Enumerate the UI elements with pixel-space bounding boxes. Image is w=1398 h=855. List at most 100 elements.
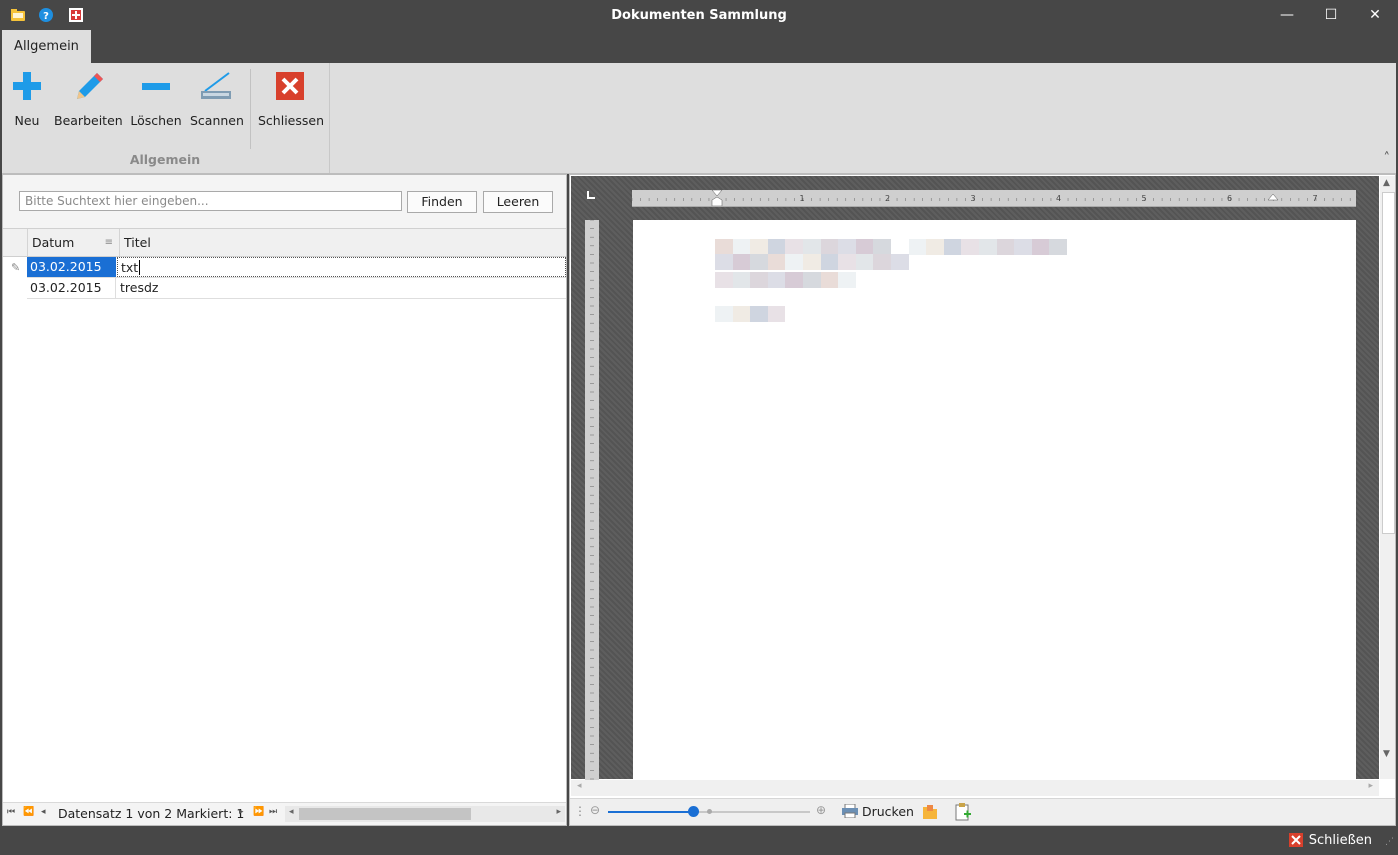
row-edit-indicator-icon: ✎ xyxy=(11,261,21,274)
redacted-block xyxy=(873,239,891,255)
document-canvas: 1 2 3 4 5 6 7 xyxy=(571,176,1379,780)
redacted-block xyxy=(767,239,786,255)
scan-button[interactable]: Scannen xyxy=(190,67,244,139)
vertical-ruler[interactable] xyxy=(585,220,599,780)
cell-titel[interactable]: tresdz xyxy=(117,278,566,298)
redacted-block xyxy=(732,272,751,288)
zoom-default-mark xyxy=(707,809,712,814)
scanner-icon xyxy=(201,72,231,99)
redacted-block xyxy=(750,306,768,322)
scroll-right-icon[interactable]: ▸ xyxy=(556,807,561,817)
tab-allgemein[interactable]: Allgemein xyxy=(2,30,91,63)
search-input[interactable] xyxy=(19,191,402,211)
close-icon xyxy=(276,72,304,100)
delete-button[interactable]: Löschen xyxy=(130,67,182,139)
scroll-right-icon[interactable]: ▸ xyxy=(1368,781,1373,791)
window-title: Dokumenten Sammlung xyxy=(611,8,787,23)
redacted-block xyxy=(873,254,891,270)
ribbon-separator xyxy=(250,69,251,149)
redacted-block xyxy=(785,239,803,255)
open-folder-icon[interactable] xyxy=(922,804,938,820)
ruler-number: 5 xyxy=(1141,194,1146,203)
prev-page-icon[interactable]: ⏪ xyxy=(23,807,34,817)
plus-icon xyxy=(13,72,41,100)
collapse-ribbon-button[interactable]: ˄ xyxy=(1384,151,1391,166)
scroll-left-icon[interactable]: ◂ xyxy=(289,807,294,817)
cell-datum[interactable]: 03.02.2015 xyxy=(27,257,116,277)
close-button[interactable]: Schliessen xyxy=(258,67,325,139)
cell-datum[interactable]: 03.02.2015 xyxy=(27,278,116,298)
maximize-button[interactable]: ☐ xyxy=(1321,5,1341,25)
redacted-block xyxy=(838,254,856,270)
new-button[interactable]: Neu xyxy=(8,67,46,139)
title-bar: ? Dokumenten Sammlung — ☐ ✕ xyxy=(0,0,1398,30)
next-record-icon[interactable]: ▸ xyxy=(239,807,244,817)
column-header-datum-label: Datum xyxy=(32,235,75,250)
scrollbar-thumb[interactable] xyxy=(1382,192,1395,534)
zoom-slider-thumb[interactable] xyxy=(687,806,699,817)
zoom-slider-fill xyxy=(608,811,693,813)
next-page-icon[interactable]: ⏩ xyxy=(253,807,264,817)
cell-titel-text: txt xyxy=(121,260,139,275)
redacted-block xyxy=(961,239,979,255)
redacted-block xyxy=(1014,239,1032,255)
document-preview-panel: 1 2 3 4 5 6 7 ▲ ▼ ◂ ▸ ⋮ ⊖ ⊕ Drucken xyxy=(569,174,1396,826)
preview-horizontal-scrollbar[interactable]: ◂ ▸ xyxy=(571,780,1379,796)
redacted-block xyxy=(732,239,751,255)
scroll-left-icon[interactable]: ◂ xyxy=(577,781,582,791)
zoom-in-icon[interactable]: ⊕ xyxy=(816,803,826,817)
close-icon xyxy=(1288,833,1303,847)
scroll-down-icon[interactable]: ▼ xyxy=(1383,749,1390,759)
first-page-icon[interactable]: ⏮ xyxy=(7,807,15,817)
ruler-number: 1 xyxy=(799,194,804,203)
resize-grip-icon[interactable]: ⋰ xyxy=(1385,837,1394,847)
edit-button[interactable]: Bearbeiten xyxy=(54,67,123,139)
table-row[interactable]: 03.02.2015 tresdz xyxy=(27,278,566,299)
close-window-button[interactable]: ✕ xyxy=(1365,5,1385,25)
preview-vertical-scrollbar[interactable]: ▲ ▼ xyxy=(1380,176,1395,779)
redacted-block xyxy=(803,239,821,255)
zoom-out-icon[interactable]: ⊖ xyxy=(590,803,600,817)
preview-toolbar: ⋮ ⊖ ⊕ Drucken xyxy=(570,798,1395,825)
redacted-block xyxy=(908,239,927,255)
redacted-block xyxy=(750,254,768,270)
horizontal-ruler[interactable]: 1 2 3 4 5 6 7 xyxy=(632,190,1356,207)
grid-navigator: ⏮ ⏪ ◂ Datensatz 1 von 2 Markiert: 1 ▸ ⏩ … xyxy=(3,802,566,825)
redacted-block xyxy=(715,254,733,270)
status-close-label: Schließen xyxy=(1308,833,1372,848)
column-header-datum[interactable]: Datum ≡ xyxy=(27,229,119,256)
scrollbar-thumb[interactable] xyxy=(299,808,471,820)
ribbon-group-separator xyxy=(329,63,330,173)
redacted-block xyxy=(1031,239,1050,255)
redacted-block xyxy=(732,254,751,270)
paste-document-icon[interactable] xyxy=(955,803,971,821)
ruler-number: 3 xyxy=(970,194,975,203)
tab-stop-icon[interactable] xyxy=(587,191,595,199)
redacted-block xyxy=(891,254,909,270)
ribbon-group-label: Allgemein xyxy=(129,152,201,167)
edit-label: Bearbeiten xyxy=(54,113,123,128)
zoom-slider[interactable] xyxy=(608,806,810,817)
status-close-button[interactable]: Schließen xyxy=(1288,833,1372,848)
column-header-titel[interactable]: Titel xyxy=(119,229,566,256)
redacted-block xyxy=(838,239,856,255)
redacted-block xyxy=(767,306,786,322)
find-button[interactable]: Finden xyxy=(407,191,477,213)
record-status: Datensatz 1 von 2 Markiert: 1 xyxy=(58,806,245,821)
redacted-block xyxy=(820,239,839,255)
horizontal-scrollbar[interactable]: ◂ ▸ xyxy=(285,806,565,822)
grip-icon: ⋮ xyxy=(574,804,586,818)
minimize-button[interactable]: — xyxy=(1277,5,1297,25)
close-label: Schliessen xyxy=(258,113,325,128)
last-page-icon[interactable]: ⏭ xyxy=(269,807,277,817)
prev-record-icon[interactable]: ◂ xyxy=(41,807,46,817)
scroll-up-icon[interactable]: ▲ xyxy=(1383,178,1390,188)
redacted-block xyxy=(732,306,751,322)
search-bar: Finden Leeren xyxy=(3,175,566,229)
table-row[interactable]: 03.02.2015 txt xyxy=(27,257,566,278)
cell-titel[interactable]: txt xyxy=(117,257,566,277)
clear-button[interactable]: Leeren xyxy=(483,191,553,213)
redacted-block xyxy=(715,306,733,322)
redacted-block xyxy=(979,239,997,255)
redacted-block xyxy=(838,272,856,288)
